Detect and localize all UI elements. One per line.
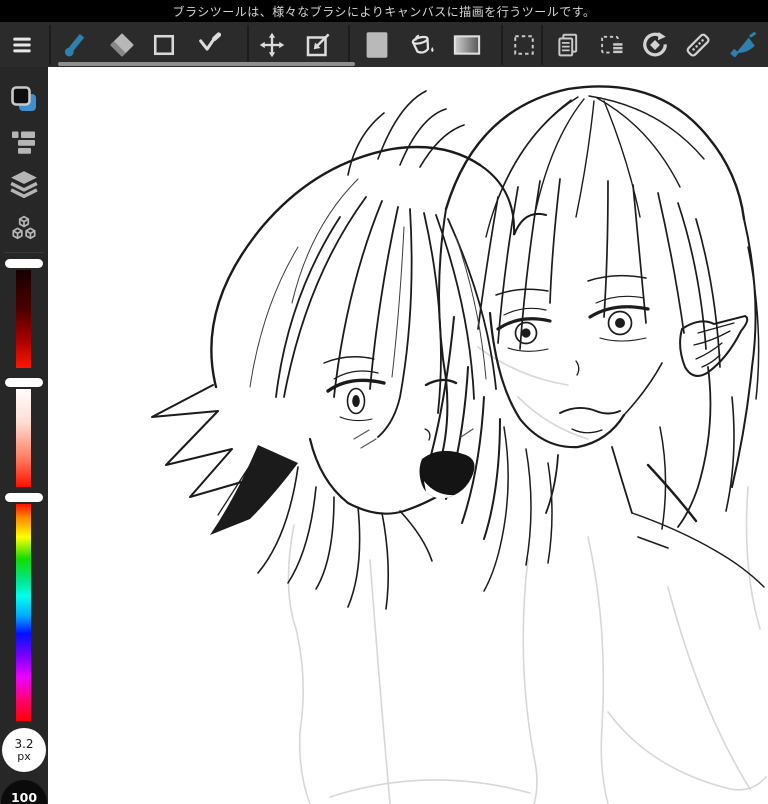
layers-button[interactable]	[0, 166, 48, 202]
brush-size-button[interactable]: 3.2 px	[2, 728, 46, 772]
toolbar-separator	[541, 25, 543, 65]
tool-rotate-reset[interactable]	[636, 22, 674, 67]
eraser-icon	[110, 33, 134, 56]
toolbar	[0, 22, 768, 67]
foreground-background-color-icon	[11, 86, 36, 111]
rectangle-icon	[153, 34, 175, 55]
brush-panel-button[interactable]	[0, 125, 48, 159]
sketch-artwork	[151, 85, 767, 804]
toolbar-separator	[501, 25, 503, 65]
airbrush-icon	[730, 31, 756, 57]
paint-bucket-icon	[411, 34, 434, 54]
color-square-icon	[366, 31, 388, 58]
saturation-slider-track[interactable]	[16, 387, 31, 487]
tool-gradient[interactable]	[448, 22, 486, 67]
value-slider-handle[interactable]	[5, 259, 43, 268]
dashed-selection-icon	[514, 34, 534, 55]
brush-size-unit: px	[17, 749, 31, 763]
tool-select-marquee[interactable]	[505, 22, 543, 67]
app-window: ブラシツールは、様々なブラシによりキャンバスに描画を行うツールです。 3.2 p…	[0, 0, 768, 804]
tool-select-options[interactable]	[593, 22, 631, 67]
zoom-value: 100	[10, 790, 38, 804]
tool-eraser[interactable]	[103, 22, 141, 67]
ruler-icon	[686, 33, 710, 57]
materials-cubes-icon	[12, 215, 36, 240]
value-slider-track[interactable]	[16, 268, 31, 368]
tool-solid-color[interactable]	[358, 22, 396, 67]
sidebar: 3.2 px 100 %	[0, 67, 48, 804]
tooltip-banner: ブラシツールは、様々なブラシによりキャンバスに描画を行うツールです。	[0, 0, 768, 22]
polyline-pen-icon	[199, 31, 222, 51]
tool-polyline[interactable]	[191, 22, 229, 67]
hue-slider-track[interactable]	[16, 502, 31, 721]
tool-copy[interactable]	[549, 22, 587, 67]
toolbar-separator	[247, 25, 249, 65]
rotate-icon	[643, 31, 667, 56]
menu-button[interactable]	[3, 22, 41, 67]
layers-icon	[10, 171, 38, 199]
transform-icon	[306, 32, 330, 56]
toolbar-separator	[49, 25, 51, 65]
toolbar-separator	[348, 25, 350, 65]
hamburger-menu-icon	[13, 37, 31, 52]
sidebar-divider	[4, 252, 44, 253]
toolbar-scroll-indicator[interactable]	[58, 62, 355, 66]
document-copy-icon	[558, 33, 578, 56]
brush-icon	[64, 33, 85, 56]
materials-button[interactable]	[0, 210, 48, 246]
zoom-badge[interactable]: 100 %	[1, 780, 47, 804]
hue-slider-handle[interactable]	[5, 493, 43, 502]
brush-size-value: 3.2	[14, 736, 34, 751]
drawing-canvas[interactable]	[48, 67, 768, 804]
move-arrows-icon	[259, 32, 285, 57]
tool-rectangle[interactable]	[145, 22, 183, 67]
color-pair-button[interactable]	[0, 81, 48, 117]
tool-transform[interactable]	[299, 22, 337, 67]
gradient-icon	[453, 34, 481, 55]
tool-fill[interactable]	[403, 22, 441, 67]
brush-list-icon	[12, 131, 35, 154]
saturation-slider-handle[interactable]	[5, 378, 43, 387]
tooltip-banner-text: ブラシツールは、様々なブラシによりキャンバスに描画を行うツールです。	[172, 4, 596, 19]
selection-lines-icon	[601, 35, 624, 55]
tool-airbrush[interactable]	[725, 22, 763, 67]
tool-ruler[interactable]	[679, 22, 717, 67]
tool-move[interactable]	[253, 22, 291, 67]
tool-brush[interactable]	[57, 22, 95, 67]
